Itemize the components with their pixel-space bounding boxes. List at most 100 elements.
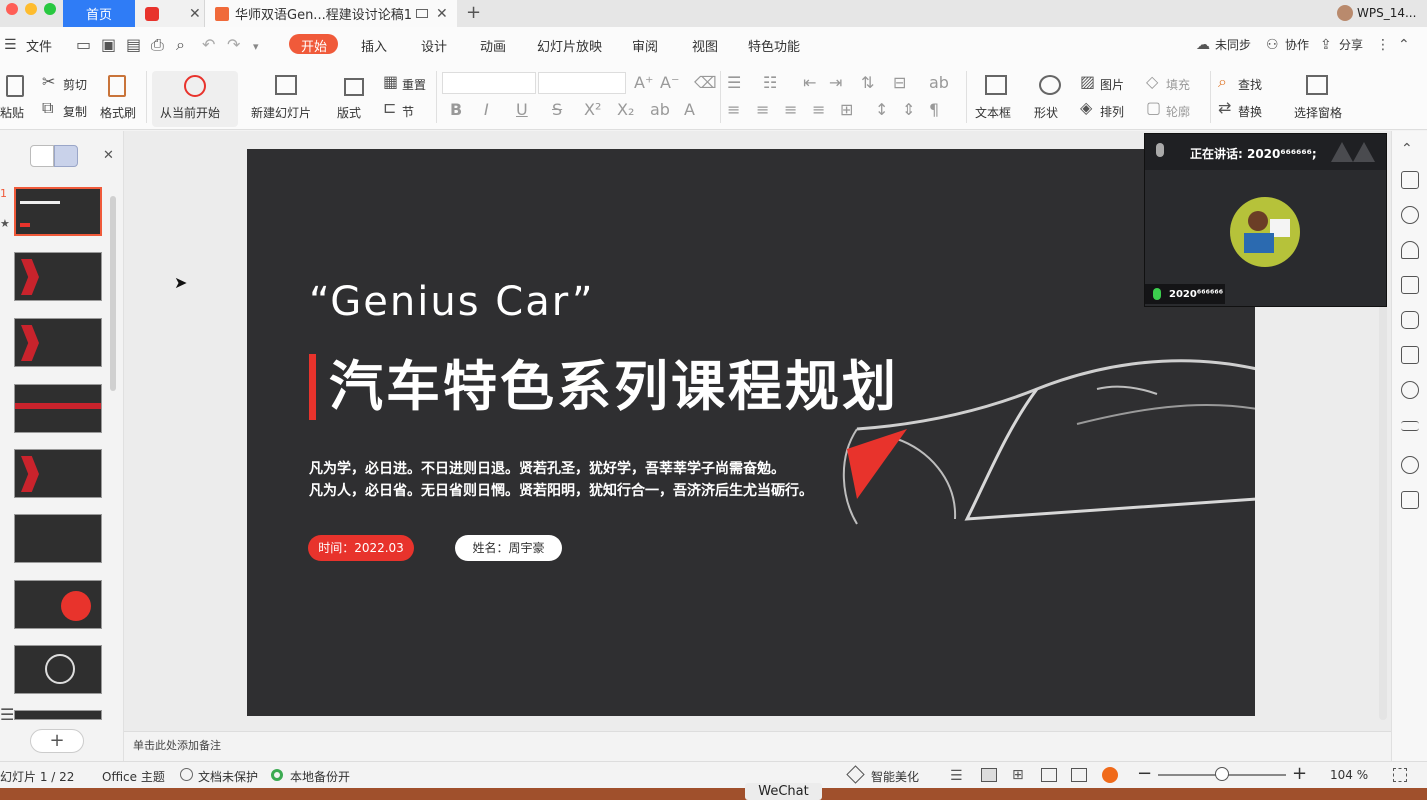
settings-sliders-icon[interactable]: [1401, 421, 1419, 431]
participant-avatar[interactable]: [1230, 197, 1300, 267]
increase-font-icon[interactable]: A⁺: [634, 75, 653, 91]
close-window-icon[interactable]: [6, 3, 18, 15]
close-panel-icon[interactable]: ✕: [103, 148, 114, 163]
bold-icon[interactable]: B: [450, 102, 462, 118]
thumbnail-scrollbar[interactable]: [110, 196, 116, 391]
replace-button[interactable]: 替换: [1238, 103, 1262, 120]
tab-file[interactable]: 文件: [26, 36, 52, 55]
microphone-icon[interactable]: [1156, 143, 1164, 157]
select-pane-icon[interactable]: [1306, 75, 1328, 95]
sync-status[interactable]: 未同步: [1215, 36, 1251, 53]
layout-button[interactable]: 版式: [337, 104, 361, 121]
more-options-icon[interactable]: ⋮: [1376, 37, 1390, 53]
protect-status[interactable]: 文档未保护: [198, 768, 258, 785]
beautify-button[interactable]: 智能美化: [871, 768, 919, 785]
close-tab-icon[interactable]: ✕: [436, 6, 448, 22]
new-slide-icon[interactable]: [275, 75, 297, 95]
design-icon[interactable]: [1401, 241, 1419, 259]
slide-title-en[interactable]: “Genius Car”: [309, 279, 595, 325]
tab-review[interactable]: 审阅: [632, 36, 658, 55]
customize-dropdown-icon[interactable]: ▾: [253, 39, 259, 55]
slide-thumbnail[interactable]: [14, 187, 102, 236]
paragraph-icon[interactable]: ¶: [929, 102, 939, 118]
font-size-select[interactable]: [538, 72, 626, 94]
new-slide-button[interactable]: 新建幻灯片: [251, 104, 311, 121]
collapse-ribbon-icon[interactable]: ⌃: [1398, 37, 1410, 53]
find-button[interactable]: 查找: [1238, 76, 1262, 93]
tab-start[interactable]: 开始: [301, 36, 327, 55]
distribute-icon[interactable]: ⊞: [840, 102, 853, 118]
section-button[interactable]: 节: [402, 103, 414, 120]
shapes-icon[interactable]: [1401, 206, 1419, 224]
font-family-select[interactable]: [442, 72, 536, 94]
slide-thumbnail[interactable]: [14, 645, 102, 694]
slide-text-line-2[interactable]: 凡为人，必日省。无日省则日惘。贤若阳明，犹知行合一，吾济济后生尤当砺行。: [309, 480, 813, 500]
notes-area[interactable]: 单击此处添加备注: [124, 731, 1391, 761]
italic-icon[interactable]: I: [484, 102, 489, 118]
presenter-view-icon[interactable]: [1071, 768, 1087, 782]
slide-thumbnail[interactable]: [14, 514, 102, 563]
text-direction-icon[interactable]: ⇅: [861, 75, 874, 91]
history-icon[interactable]: [1401, 456, 1419, 474]
comment-icon[interactable]: [1401, 171, 1419, 189]
slide-thumbnail[interactable]: [14, 580, 102, 629]
add-slide-button[interactable]: +: [30, 729, 84, 753]
convert-art-icon[interactable]: ab: [929, 75, 949, 91]
collab-button[interactable]: 协作: [1285, 36, 1309, 53]
line-spacing-icon[interactable]: ↕: [875, 102, 888, 118]
save-icon[interactable]: ▣: [101, 37, 116, 53]
new-tab-button[interactable]: +: [466, 2, 481, 23]
slide-thumbnail[interactable]: [14, 710, 102, 720]
subscript-icon[interactable]: X₂: [617, 102, 634, 118]
avatar[interactable]: [1337, 5, 1353, 21]
close-tab-icon[interactable]: ✕: [189, 6, 201, 22]
print-icon[interactable]: ⎙: [151, 37, 164, 53]
zoom-slider-thumb[interactable]: [1215, 767, 1229, 781]
export-pdf-icon[interactable]: ▤: [126, 37, 141, 53]
tab-slideshow[interactable]: 幻灯片放映: [537, 36, 602, 55]
hamburger-menu-icon[interactable]: ☰: [4, 37, 17, 53]
slide-thumbnail[interactable]: [14, 449, 102, 498]
zoom-window-icon[interactable]: [44, 3, 56, 15]
theme-name[interactable]: Office 主题: [102, 768, 165, 785]
zoom-level[interactable]: 104 %: [1330, 768, 1368, 782]
align-center-icon[interactable]: ≡: [756, 102, 769, 118]
hexagon-icon[interactable]: [1401, 311, 1419, 329]
superscript-icon[interactable]: X²: [584, 102, 601, 118]
format-painter-button[interactable]: 格式刷: [100, 104, 136, 121]
align-right-icon[interactable]: ≡: [784, 102, 797, 118]
outline-button[interactable]: 轮廓: [1166, 103, 1190, 120]
tab-view[interactable]: 视图: [692, 36, 718, 55]
slide-thumbnail[interactable]: [14, 384, 102, 433]
align-left-icon[interactable]: ≡: [727, 102, 740, 118]
highlight-icon[interactable]: ab: [650, 102, 670, 118]
zoom-out-icon[interactable]: −: [1137, 763, 1152, 784]
tab-animation[interactable]: 动画: [480, 36, 506, 55]
align-text-icon[interactable]: ⊟: [893, 75, 906, 91]
format-painter-icon[interactable]: [108, 75, 126, 97]
picture-panel-icon[interactable]: [1401, 491, 1419, 509]
tab-design[interactable]: 设计: [421, 36, 447, 55]
tab-home[interactable]: 首页: [63, 0, 135, 27]
shape-icon[interactable]: [1039, 75, 1061, 95]
open-folder-icon[interactable]: ▭: [76, 37, 91, 53]
copy-page-icon[interactable]: [1401, 346, 1419, 364]
template-icon[interactable]: [1401, 276, 1419, 294]
share-button[interactable]: 分享: [1339, 36, 1363, 53]
backup-status[interactable]: 本地备份开: [290, 768, 350, 785]
shape-button[interactable]: 形状: [1034, 104, 1058, 121]
decrease-font-icon[interactable]: A⁻: [660, 75, 679, 91]
tab-wps-pdf[interactable]: ✕: [135, 0, 205, 27]
minimize-window-icon[interactable]: [25, 3, 37, 15]
paste-icon[interactable]: [6, 75, 24, 97]
reset-button[interactable]: 重置: [402, 76, 426, 93]
account-name[interactable]: WPS_14...: [1357, 6, 1416, 20]
increase-indent-icon[interactable]: ⇥: [829, 75, 842, 91]
meeting-overlay[interactable]: 正在讲话: 2020⁶⁶⁶⁶⁶⁶; 2020⁶⁶⁶⁶⁶⁶: [1144, 133, 1387, 307]
cut-button[interactable]: 剪切: [63, 76, 87, 93]
font-color-icon[interactable]: A: [684, 102, 695, 118]
underline-icon[interactable]: U: [516, 102, 528, 118]
layout-icon[interactable]: [344, 78, 364, 96]
play-slideshow-icon[interactable]: [1102, 767, 1118, 783]
zoom-in-icon[interactable]: +: [1292, 763, 1307, 784]
